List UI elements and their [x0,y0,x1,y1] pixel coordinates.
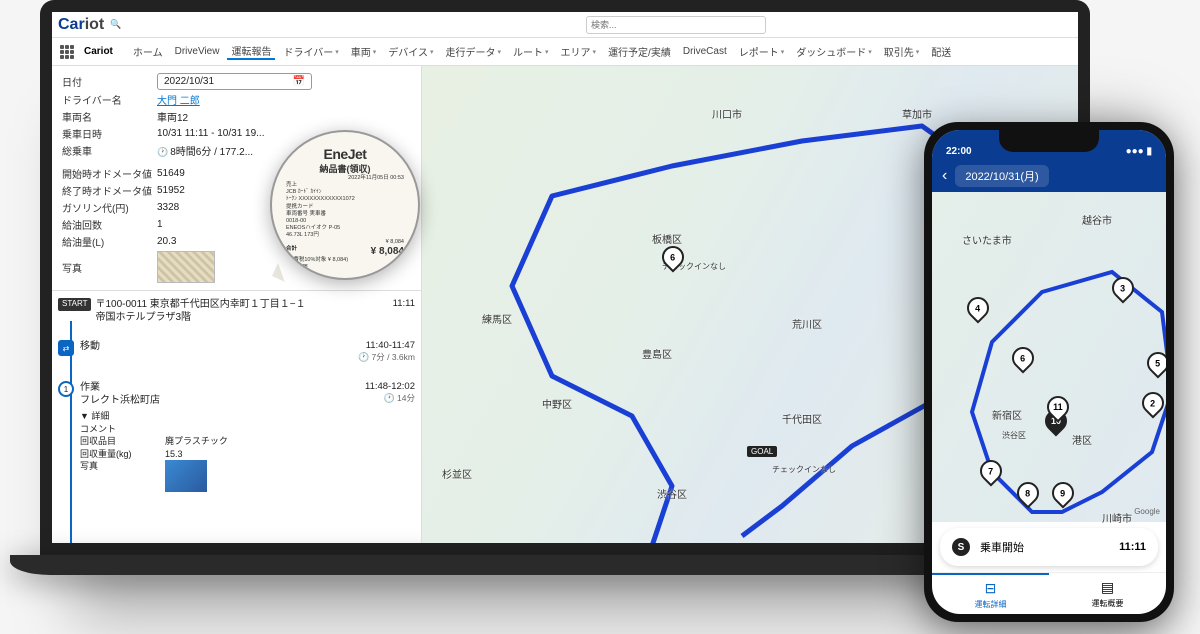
clock-icon: 🕐 [358,352,369,362]
phone-header: ‹ 2022/10/31(月) [932,160,1166,192]
nav-bar: Cariot ホーム DriveView 運転報告 ドライバー▾ 車両▾ デバイ… [52,38,1078,66]
task-details: ▼ 詳細 コメント 回収品目廃プラスチック 回収重量(kg)15.3 写真 [80,410,415,492]
receipt-subtotal: ¥ 8,084 [286,239,404,246]
photo-label: 写真 [62,260,157,275]
tab-detail[interactable]: ⊟運転詳細 [932,573,1049,614]
refuel-count-label: 給油回数 [62,217,157,232]
nav-home[interactable]: ホーム [129,44,167,59]
chevron-down-icon: ▾ [373,48,377,56]
task-node: 1 [58,381,74,397]
phone-frame: 22:00●●● ▮ ‹ 2022/10/31(月) さいたま市 越谷市 新宿区… [924,122,1174,622]
phone-map[interactable]: さいたま市 越谷市 新宿区 港区 渋谷区 川崎市 3 4 5 6 2 7 8 9… [932,192,1166,522]
item-value: 廃プラスチック [165,436,228,446]
detail-toggle[interactable]: ▼ 詳細 [80,410,415,423]
receipt-zoom: EneJet 納品書(領収) 2022年11月05日 00:53 売上 JCB … [270,130,420,280]
move-label: 移動 [80,340,358,363]
nav-route[interactable]: ルート▾ [509,44,553,59]
chevron-down-icon: ▾ [868,48,872,56]
fuel-label: 給油量(L) [62,234,157,249]
chevron-down-icon: ▾ [916,48,920,56]
receipt-title: 納品書(領収) [286,162,404,175]
goal-badge: GOAL [747,446,777,457]
nav-vehicle[interactable]: 車両▾ [347,44,381,59]
calendar-icon: 📅 [293,76,305,87]
start-address: 〒100-0011 東京都千代田区内幸町１丁目１−１帝国ホテルプラザ3階 [95,298,392,324]
nav-drivecast[interactable]: DriveCast [679,46,731,57]
phone-route-path [932,192,1166,522]
phone-ride-card[interactable]: S 乗車開始 11:11 [940,528,1158,566]
driver-label: ドライバー名 [62,92,157,107]
timeline: START 〒100-0011 東京都千代田区内幸町１丁目１−１帝国ホテルプラザ… [52,290,421,543]
nav-driveview[interactable]: DriveView [171,46,224,57]
move-node-icon: ⇄ [58,340,74,356]
nav-client[interactable]: 取引先▾ [880,44,924,59]
vehicle-value: 車両12 [157,109,411,124]
search-icon: 🔍 [110,19,121,30]
google-logo: Google [1134,507,1160,516]
ride-time-label: 乗車日時 [62,126,157,141]
document-icon: ▤ [1101,579,1114,596]
timeline-photo-label: 写真 [80,460,165,473]
nav-area[interactable]: エリア▾ [557,44,601,59]
receipt-total: ¥ 8,084 [371,246,404,257]
chevron-down-icon: ▾ [498,48,502,56]
start-time: 11:11 [393,298,415,324]
start-badge: S [952,538,970,556]
nav-driver[interactable]: ドライバー▾ [279,44,342,59]
card-time: 11:11 [1119,541,1146,553]
nav-schedule[interactable]: 運行予定/実績 [604,44,675,59]
driver-link[interactable]: 大門 二郎 [157,92,411,107]
chevron-down-icon: ▾ [430,48,434,56]
vehicle-label: 車両名 [62,109,157,124]
chevron-down-icon: ▾ [781,48,785,56]
phone-notch [999,130,1099,152]
phone-date[interactable]: 2022/10/31(月) [955,165,1048,187]
app-name: Cariot [84,46,113,57]
gas-cost-label: ガソリン代(円) [62,200,157,215]
date-label: 日付 [62,74,157,89]
clock-icon: 🕐 [384,393,395,403]
app-launcher-icon[interactable] [60,45,74,59]
total-label: 総乗車 [62,143,157,158]
receipt-brand: EneJet [286,146,404,162]
move-time: 11:40-11:47 [358,340,415,351]
chevron-down-icon: ▾ [545,48,549,56]
task-time: 11:48-12:02 [365,381,415,392]
nav-drivedata[interactable]: 走行データ▾ [442,44,506,59]
date-input[interactable]: 2022/10/31📅 [157,73,312,90]
odo-end-label: 終了時オドメータ値 [62,183,157,198]
receipt-date: 2022年11月05日 00:53 [286,175,404,182]
app-logo: Cariot [58,16,104,34]
phone-tabs: ⊟運転詳細 ▤運転概要 [932,572,1166,614]
nav-device[interactable]: デバイス▾ [384,44,437,59]
nav-delivery[interactable]: 配送 [927,44,955,59]
comment-label: コメント [80,423,165,436]
card-label: 乗車開始 [980,539,1024,555]
tab-summary[interactable]: ▤運転概要 [1049,573,1166,614]
nav-report-menu[interactable]: レポート▾ [735,44,789,59]
top-header: Cariot 🔍 [52,12,1078,38]
sliders-icon: ⊟ [985,580,997,597]
task-duration: 🕐14分 [365,392,415,404]
back-icon[interactable]: ‹ [942,167,947,185]
chevron-down-icon: ▾ [335,48,339,56]
move-duration: 🕐7分 / 3.6km [358,351,415,363]
start-badge: START [58,298,91,311]
clock-icon: 🕐 [157,147,168,157]
nav-report[interactable]: 運転報告 [227,43,275,60]
weight-label: 回収重量(kg) [80,448,165,461]
chevron-down-icon: ▾ [593,48,597,56]
task-body: 作業フレクト浜松町店 [80,381,365,407]
weight-value: 15.3 [165,449,183,459]
search-input[interactable] [586,16,766,34]
item-label: 回収品目 [80,435,165,448]
nav-dashboard[interactable]: ダッシュボード▾ [792,44,876,59]
task-photo-thumbnail[interactable] [165,460,207,492]
signal-battery-icons: ●●● ▮ [1126,146,1152,157]
odo-start-label: 開始時オドメータ値 [62,166,157,181]
receipt-thumbnail[interactable] [157,251,215,283]
